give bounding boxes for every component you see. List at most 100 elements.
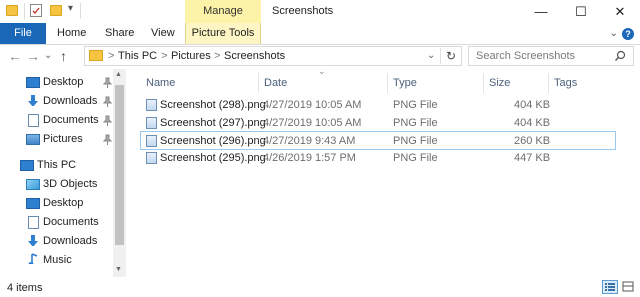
file-name: Screenshot (296).png <box>160 135 266 147</box>
file-type: PNG File <box>393 117 438 129</box>
sidebar-item-this-pc[interactable]: This PC <box>0 156 126 175</box>
tab-home[interactable]: Home <box>57 23 86 44</box>
pin-icon <box>102 130 113 153</box>
file-type: PNG File <box>393 135 438 147</box>
file-name: Screenshot (298).png <box>160 99 266 111</box>
column-header-name[interactable]: Name <box>146 75 175 91</box>
downloads-icon <box>28 235 38 246</box>
maximize-button[interactable]: ☐ <box>561 0 601 23</box>
folder-icon <box>6 5 18 16</box>
ribbon-tabs <box>0 23 640 45</box>
recent-locations-button[interactable]: ⌄ <box>44 47 52 65</box>
tab-file[interactable]: File <box>0 23 46 44</box>
file-row-focused[interactable]: Screenshot (296).png 4/27/2019 9:43 AM P… <box>140 131 616 150</box>
sidebar-item-downloads[interactable]: Downloads <box>0 92 126 111</box>
breadcrumb-separator[interactable]: > <box>108 47 114 65</box>
search-icon[interactable] <box>614 50 626 62</box>
file-type: PNG File <box>393 99 438 111</box>
computer-icon <box>20 160 34 171</box>
breadcrumb-separator[interactable]: > <box>161 47 167 65</box>
details-view-icon <box>605 283 615 291</box>
search-input[interactable]: Search Screenshots <box>476 47 575 65</box>
tab-share[interactable]: Share <box>105 23 134 44</box>
new-folder-icon[interactable] <box>50 5 62 16</box>
3d-objects-icon <box>26 179 40 190</box>
sidebar-item-documents[interactable]: Documents <box>0 111 126 130</box>
sidebar-item-desktop[interactable]: Desktop <box>0 73 126 92</box>
music-icon <box>28 253 38 264</box>
large-icons-view-button[interactable] <box>621 280 637 294</box>
up-button[interactable]: ↑ <box>60 47 67 65</box>
quick-access-dropdown-icon[interactable]: ▾ <box>68 3 73 14</box>
expand-ribbon-icon[interactable]: ⌄ <box>610 23 618 44</box>
sidebar-item-desktop[interactable]: Desktop <box>0 194 126 213</box>
file-date: 4/26/2019 1:57 PM <box>263 152 356 164</box>
column-header-type[interactable]: Type <box>393 75 417 91</box>
column-divider[interactable] <box>258 73 259 93</box>
address-dropdown-icon[interactable]: ⌄ <box>427 47 435 65</box>
breadcrumb-pictures[interactable]: Pictures <box>171 47 211 65</box>
sidebar-item-label: Pictures <box>43 133 83 145</box>
file-type: PNG File <box>393 152 438 164</box>
sidebar-item-label: 3D Objects <box>43 178 98 190</box>
file-date: 4/27/2019 10:05 AM <box>263 117 362 129</box>
sidebar-item-music[interactable]: Music <box>0 251 126 270</box>
sort-indicator-icon: ⌄ <box>318 66 326 76</box>
sidebar-item-label: This PC <box>37 159 77 171</box>
file-row[interactable]: Screenshot (295).png 4/26/2019 1:57 PM P… <box>140 149 616 167</box>
minimize-button[interactable]: — <box>521 0 561 23</box>
tab-manage[interactable]: Manage <box>185 0 261 23</box>
tab-view[interactable]: View <box>151 23 175 44</box>
large-icons-view-icon <box>622 281 634 292</box>
png-file-icon <box>146 99 157 111</box>
divider <box>24 3 25 19</box>
png-file-icon <box>146 152 157 164</box>
status-bar <box>0 277 640 297</box>
window-title: Screenshots <box>272 5 334 17</box>
sidebar-item-documents[interactable]: Documents <box>0 213 126 232</box>
scroll-up-icon[interactable]: ▲ <box>115 71 122 78</box>
address-bar[interactable]: > This PC > Pictures > Screenshots ⌄ ↻ <box>84 46 462 66</box>
column-divider[interactable] <box>548 73 549 93</box>
close-button[interactable]: ✕ <box>600 0 640 23</box>
file-size: 260 KB <box>514 135 551 147</box>
properties-icon[interactable] <box>30 4 42 17</box>
sidebar-item-label: Desktop <box>43 197 84 209</box>
column-header-date[interactable]: Date <box>264 75 287 91</box>
column-divider[interactable] <box>387 73 388 93</box>
refresh-icon[interactable]: ↻ <box>446 47 456 65</box>
column-header-tags[interactable]: Tags <box>554 75 577 91</box>
breadcrumb-screenshots[interactable]: Screenshots <box>224 47 285 65</box>
sidebar-item-pictures[interactable]: Pictures <box>0 130 126 149</box>
item-count: 4 items <box>7 282 43 294</box>
sidebar-scrollbar-thumb[interactable] <box>115 85 124 245</box>
divider <box>440 48 441 64</box>
sidebar-item-label: Downloads <box>43 95 98 107</box>
forward-button[interactable]: → <box>26 47 40 65</box>
column-divider[interactable] <box>483 73 484 93</box>
tab-picture-tools[interactable]: Picture Tools <box>185 23 261 44</box>
file-date: 4/27/2019 10:05 AM <box>263 99 362 111</box>
help-icon[interactable]: ? <box>622 28 634 40</box>
divider <box>80 3 81 19</box>
documents-icon <box>28 114 39 127</box>
sidebar-item-3d-objects[interactable]: 3D Objects <box>0 175 126 194</box>
sidebar-item-label: Music <box>43 254 72 266</box>
column-header-size[interactable]: Size <box>489 75 510 91</box>
sidebar-item-downloads[interactable]: Downloads <box>0 232 126 251</box>
file-size: 404 KB <box>514 99 551 111</box>
pictures-icon <box>26 134 40 145</box>
file-name: Screenshot (297).png <box>160 117 266 129</box>
file-row[interactable]: Screenshot (298).png 4/27/2019 10:05 AM … <box>140 96 616 114</box>
back-button[interactable]: ← <box>8 47 22 65</box>
file-row[interactable]: Screenshot (297).png 4/27/2019 10:05 AM … <box>140 114 616 132</box>
folder-icon <box>89 50 103 61</box>
sidebar-item-label: Documents <box>43 114 99 126</box>
details-view-button[interactable] <box>602 280 618 294</box>
desktop-icon <box>26 77 40 88</box>
scroll-down-icon[interactable]: ▼ <box>115 266 122 273</box>
breadcrumb-this-pc[interactable]: This PC <box>118 47 157 65</box>
png-file-icon <box>146 117 157 129</box>
search-box[interactable]: Search Screenshots <box>468 46 634 66</box>
breadcrumb-separator[interactable]: > <box>214 47 220 65</box>
